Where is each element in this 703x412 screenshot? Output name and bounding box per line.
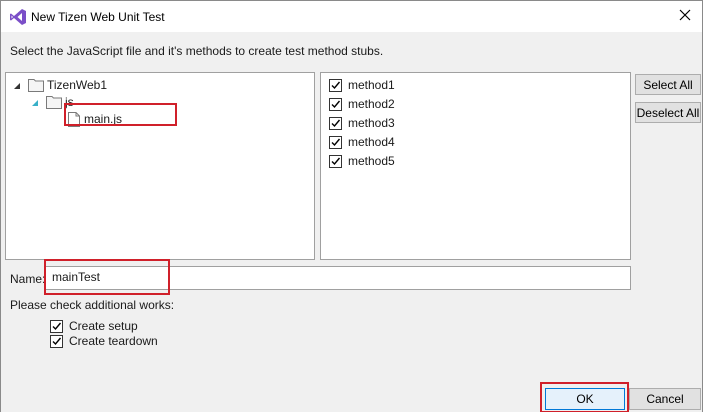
method-label: method5 <box>348 154 395 168</box>
ok-button[interactable]: OK <box>545 388 625 410</box>
method-label: method3 <box>348 116 395 130</box>
dialog-content: Select the JavaScript file and it's meth… <box>1 32 702 412</box>
method-item[interactable]: method1 <box>329 76 395 94</box>
visual-studio-icon <box>9 8 27 26</box>
method-label: method4 <box>348 135 395 149</box>
close-button[interactable] <box>670 1 700 32</box>
tree-root-label: TizenWeb1 <box>47 78 108 92</box>
additional-works-label: Please check additional works: <box>10 298 175 312</box>
tree-file-label: main.js <box>84 112 123 126</box>
create-teardown-label: Create teardown <box>69 334 158 348</box>
tree-node-main-js[interactable]: main.js <box>68 110 122 128</box>
expanded-arrow-icon[interactable] <box>12 80 22 90</box>
file-icon <box>68 111 80 127</box>
method-item[interactable]: method4 <box>329 133 395 151</box>
title-bar: New Tizen Web Unit Test <box>1 1 702 32</box>
method-item[interactable]: method2 <box>329 95 395 113</box>
folder-icon <box>28 78 44 92</box>
cancel-button[interactable]: Cancel <box>629 388 701 410</box>
create-teardown-option[interactable]: Create teardown <box>50 333 158 349</box>
window-title: New Tizen Web Unit Test <box>31 10 165 24</box>
name-input[interactable]: mainTest <box>45 266 631 290</box>
instruction-text: Select the JavaScript file and it's meth… <box>10 44 384 58</box>
method-checkbox[interactable] <box>329 135 342 149</box>
method-checkbox[interactable] <box>329 97 342 111</box>
method-label: method2 <box>348 97 395 111</box>
method-item[interactable]: method3 <box>329 114 395 132</box>
method-item[interactable]: method5 <box>329 152 395 170</box>
file-tree[interactable]: TizenWeb1 js main.js <box>5 72 315 260</box>
close-icon <box>679 9 691 24</box>
tree-folder-label: js <box>65 95 74 109</box>
method-checkbox[interactable] <box>329 116 342 130</box>
select-all-button[interactable]: Select All <box>635 74 701 95</box>
method-label: method1 <box>348 78 395 92</box>
create-setup-label: Create setup <box>69 319 138 333</box>
new-unit-test-dialog: New Tizen Web Unit Test Select the JavaS… <box>0 0 703 412</box>
create-setup-checkbox[interactable] <box>50 319 63 333</box>
tree-node-root[interactable]: TizenWeb1 <box>12 76 107 94</box>
deselect-all-button[interactable]: Deselect All <box>635 102 701 123</box>
method-checkbox[interactable] <box>329 78 342 92</box>
create-teardown-checkbox[interactable] <box>50 334 63 348</box>
create-setup-option[interactable]: Create setup <box>50 318 138 334</box>
expanded-arrow-icon[interactable] <box>30 97 40 107</box>
name-label: Name: <box>10 272 46 286</box>
folder-icon <box>46 95 62 109</box>
methods-list: method1 method2 method3 method4 method5 <box>320 72 631 260</box>
method-checkbox[interactable] <box>329 154 342 168</box>
tree-node-js[interactable]: js <box>30 93 74 111</box>
